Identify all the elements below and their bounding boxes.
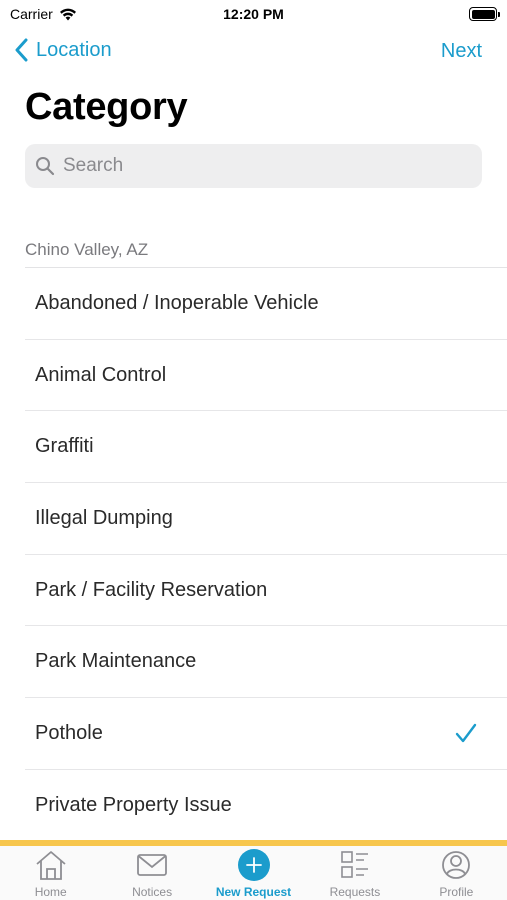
list-item-label: Illegal Dumping [35, 506, 173, 529]
tab-label: Profile [439, 885, 474, 899]
person-icon [442, 851, 471, 879]
home-icon [36, 851, 66, 880]
page-title: Category [25, 86, 188, 128]
tab-requests[interactable]: Requests [304, 846, 405, 900]
chevron-left-icon [15, 38, 28, 62]
tab-home[interactable]: Home [0, 846, 101, 900]
tab-profile[interactable]: Profile [406, 846, 507, 900]
list-icon [341, 851, 368, 878]
list-item-facility-reservation[interactable]: Park / Facility Reservation [25, 555, 507, 627]
list-item-label: Animal Control [35, 363, 167, 386]
tab-new-request[interactable]: New Request [203, 846, 304, 900]
category-list: Abandoned / Inoperable Vehicle Animal Co… [25, 268, 507, 842]
list-item-label: Abandoned / Inoperable Vehicle [35, 291, 319, 314]
tab-label: New Request [215, 885, 292, 899]
tab-label: Notices [132, 885, 173, 899]
list-item-graffiti[interactable]: Graffiti [25, 411, 507, 484]
search-input[interactable] [63, 155, 463, 177]
tab-bar: Home Notices New Request Requests Profil… [0, 846, 507, 900]
list-item-label: Park / Facility Reservation [35, 578, 268, 601]
nav-bar: Location Next [0, 34, 507, 72]
list-item-abandoned-vehicle[interactable]: Abandoned / Inoperable Vehicle [25, 268, 507, 340]
search-box[interactable] [25, 144, 482, 188]
section-header: Chino Valley, AZ [25, 240, 149, 259]
list-item-animal-control[interactable]: Animal Control [25, 340, 507, 412]
list-item-label: Pothole [35, 721, 103, 744]
plus-circle-icon [237, 849, 270, 881]
back-button-label: Location [36, 38, 112, 61]
tab-label: Home [34, 885, 67, 899]
list-item-label: Park Maintenance [35, 650, 197, 673]
list-item-label: Graffiti [35, 435, 94, 458]
list-item-park-maintenance[interactable]: Park Maintenance [25, 626, 507, 699]
status-time: 12:20 PM [223, 6, 284, 22]
search-icon [36, 157, 55, 176]
tab-notices[interactable]: Notices [101, 846, 202, 900]
status-bar: Carrier 12:20 PM [0, 0, 507, 30]
next-button[interactable]: Next [441, 40, 482, 63]
tab-label: Requests [329, 885, 381, 899]
list-item-label: Private Property Issue [35, 793, 232, 816]
envelope-icon [137, 854, 168, 876]
list-item-pothole[interactable]: Pothole [25, 698, 507, 770]
back-button[interactable]: Location [14, 38, 112, 62]
list-item-private-property[interactable]: Private Property Issue [25, 770, 507, 842]
list-item-illegal-dumping[interactable]: Illegal Dumping [25, 483, 507, 555]
battery-icon [469, 7, 500, 21]
checkmark-icon [455, 724, 477, 743]
